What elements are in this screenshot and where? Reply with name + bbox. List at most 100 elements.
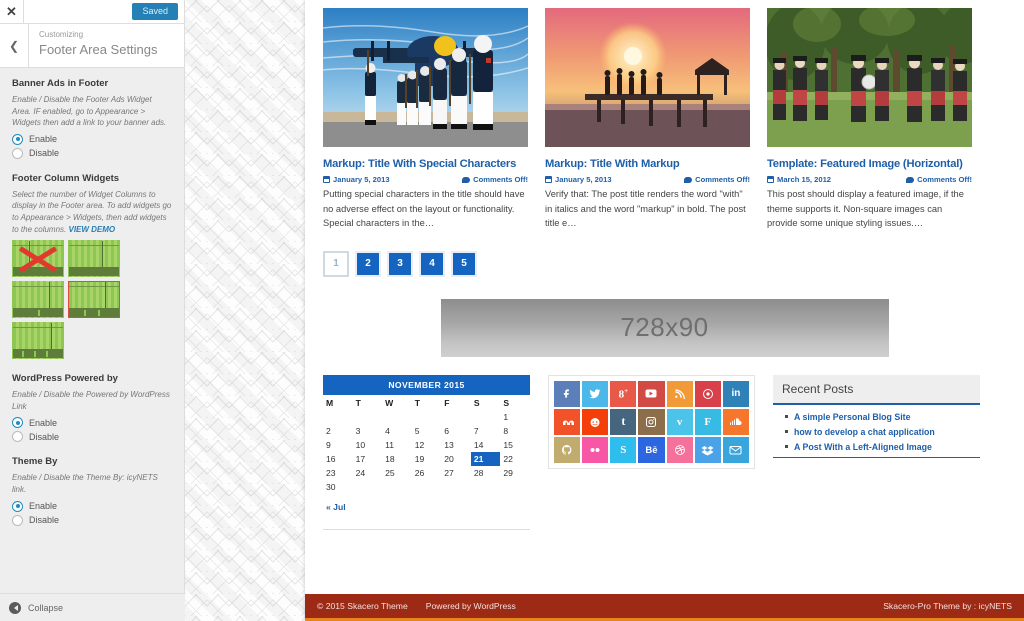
post-card[interactable]: Template: Featured Image (Horizontal) Ma… bbox=[767, 8, 972, 231]
facebook-icon[interactable] bbox=[554, 380, 581, 407]
customizer-topbar: ✕ Saved bbox=[0, 0, 184, 24]
thumb-divider bbox=[51, 323, 52, 350]
pagination-page-1[interactable]: 1 bbox=[323, 250, 349, 277]
calendar-day: 29 bbox=[503, 467, 513, 478]
calendar-day-today[interactable]: 21 bbox=[470, 451, 501, 466]
calendar-week-row: 1 bbox=[323, 410, 530, 424]
calendar-day bbox=[412, 480, 442, 494]
calendar-table: M T W T F S S 1 2 3 4 5 6 7 8 9 10 11 12… bbox=[323, 395, 530, 494]
post-title[interactable]: Template: Featured Image (Horizontal) bbox=[767, 158, 972, 171]
banner-ad-placeholder[interactable]: 728x90 bbox=[440, 298, 889, 357]
post-excerpt: This post should display a featured imag… bbox=[767, 189, 964, 229]
post-thumbnail-marines[interactable] bbox=[323, 8, 528, 147]
section-description: Enable / Disable the Powered by WordPres… bbox=[12, 390, 170, 411]
radio-dot-icon bbox=[12, 417, 23, 429]
widget-calendar: NOVEMBER 2015 M T W T F S S 1 2 3 4 5 6 … bbox=[323, 374, 530, 530]
calendar-day: 13 bbox=[444, 439, 454, 450]
list-item: A Post With a Left-Aligned Image bbox=[785, 442, 980, 452]
rss-icon[interactable] bbox=[666, 380, 693, 407]
soundcloud-icon[interactable] bbox=[722, 408, 749, 435]
pagination-page-5[interactable]: 5 bbox=[451, 250, 477, 277]
view-demo-link[interactable]: VIEW DEMO bbox=[68, 225, 115, 234]
radio-banner-ads-enable[interactable]: Enable bbox=[12, 133, 172, 145]
calendar-day bbox=[353, 480, 383, 494]
recent-posts-list: A simple Personal Blog Site how to devel… bbox=[773, 405, 980, 452]
radio-theme-by-disable[interactable]: Disable bbox=[12, 514, 172, 526]
vimeo-icon[interactable]: v bbox=[666, 408, 693, 435]
linkedin-icon[interactable]: in bbox=[722, 380, 749, 407]
thumb-divider bbox=[105, 282, 106, 309]
post-comments-text: Comments Off! bbox=[473, 175, 528, 185]
email-icon[interactable] bbox=[722, 436, 749, 464]
dropbox-icon[interactable] bbox=[694, 436, 721, 464]
save-button[interactable]: Saved bbox=[132, 2, 178, 21]
dribbble-icon[interactable] bbox=[666, 436, 693, 464]
radio-label: Enable bbox=[29, 501, 58, 512]
calendar-prev-link[interactable]: « Jul bbox=[326, 502, 346, 512]
github-icon[interactable] bbox=[554, 436, 581, 464]
calendar-day: 6 bbox=[444, 425, 450, 436]
calendar-week-row: 23 24 25 26 27 28 29 bbox=[323, 466, 530, 480]
recent-post-link[interactable]: how to develop a chat application bbox=[794, 427, 935, 437]
calendar-day: 9 bbox=[326, 439, 331, 450]
pinterest-icon[interactable] bbox=[694, 380, 721, 407]
thumb-tick bbox=[34, 351, 36, 358]
post-title[interactable]: Markup: Title With Special Characters bbox=[323, 158, 528, 171]
post-thumbnail-bagpipe-band[interactable] bbox=[767, 8, 972, 147]
post-comments: Comments Off! bbox=[462, 175, 528, 184]
post-title[interactable]: Markup: Title With Markup bbox=[545, 158, 750, 171]
post-comments-text: Comments Off! bbox=[917, 175, 972, 185]
radio-dot-icon bbox=[12, 514, 23, 526]
thumb-columns-2[interactable] bbox=[68, 240, 120, 278]
calendar-day bbox=[412, 410, 442, 424]
radio-dot-icon bbox=[12, 431, 23, 443]
stumbleupon-icon[interactable] bbox=[554, 408, 581, 435]
pagination-page-2[interactable]: 2 bbox=[355, 250, 381, 277]
google-plus-icon[interactable]: 8+ bbox=[610, 380, 637, 407]
theme-preview: Markup: Title With Special Characters Ja… bbox=[305, 0, 1024, 621]
pagination-page-3[interactable]: 3 bbox=[387, 250, 413, 277]
thumb-top-bar bbox=[69, 241, 119, 247]
post-card[interactable]: Markup: Title With Markup January 5, 201… bbox=[545, 8, 750, 231]
foursquare-icon[interactable]: F bbox=[694, 408, 721, 435]
calendar-day bbox=[382, 410, 412, 424]
thumb-top-bar bbox=[69, 282, 119, 288]
calendar-day: 18 bbox=[385, 453, 395, 464]
post-thumbnail-sunset-pier[interactable] bbox=[545, 8, 750, 147]
thumb-columns-1[interactable] bbox=[12, 240, 64, 278]
behance-icon[interactable]: Bē bbox=[638, 436, 665, 464]
tumblr-icon[interactable]: t bbox=[610, 408, 637, 435]
reddit-icon[interactable] bbox=[582, 408, 609, 435]
radio-powered-by-enable[interactable]: Enable bbox=[12, 417, 172, 429]
thumb-columns-5[interactable] bbox=[12, 322, 64, 360]
chevron-left-icon[interactable]: ❮ bbox=[0, 24, 29, 67]
footer-theme-credit-link[interactable]: Skacero-Pro Theme by : icyNETS bbox=[883, 601, 1012, 611]
recent-post-link[interactable]: A Post With a Left-Aligned Image bbox=[794, 442, 932, 452]
pagination-page-4[interactable]: 4 bbox=[419, 250, 445, 277]
recent-posts-heading: Recent Posts bbox=[773, 374, 980, 405]
marines-honor-guard-image bbox=[323, 8, 528, 147]
radio-theme-by-enable[interactable]: Enable bbox=[12, 500, 172, 512]
skype-icon[interactable]: S bbox=[610, 436, 637, 464]
radio-dot-icon bbox=[12, 147, 23, 159]
instagram-icon[interactable] bbox=[638, 408, 665, 435]
calendar-day: 5 bbox=[414, 425, 420, 436]
flickr-icon[interactable] bbox=[582, 436, 609, 464]
collapse-button[interactable]: Collapse bbox=[0, 593, 185, 621]
footer-powered-by-link[interactable]: Powered by WordPress bbox=[426, 601, 516, 611]
thumb-columns-4[interactable] bbox=[68, 281, 120, 319]
calendar-day: 25 bbox=[385, 467, 395, 478]
radio-banner-ads-disable[interactable]: Disable bbox=[12, 147, 172, 159]
screen: ✕ Saved ❮ Customizing Footer Area Settin… bbox=[0, 0, 1024, 621]
customizer-header: ❮ Customizing Footer Area Settings bbox=[0, 24, 184, 68]
post-card[interactable]: Markup: Title With Special Characters Ja… bbox=[323, 8, 528, 231]
close-icon[interactable]: ✕ bbox=[0, 0, 24, 23]
twitter-icon[interactable] bbox=[582, 380, 609, 407]
calendar-day: 16 bbox=[326, 453, 336, 464]
recent-post-link[interactable]: A simple Personal Blog Site bbox=[794, 412, 911, 422]
calendar-icon bbox=[767, 176, 774, 184]
radio-powered-by-disable[interactable]: Disable bbox=[12, 431, 172, 443]
youtube-icon[interactable] bbox=[638, 380, 665, 407]
thumb-columns-3[interactable] bbox=[12, 281, 64, 319]
section-banner-ads: Banner Ads in Footer Enable / Disable th… bbox=[12, 78, 172, 159]
